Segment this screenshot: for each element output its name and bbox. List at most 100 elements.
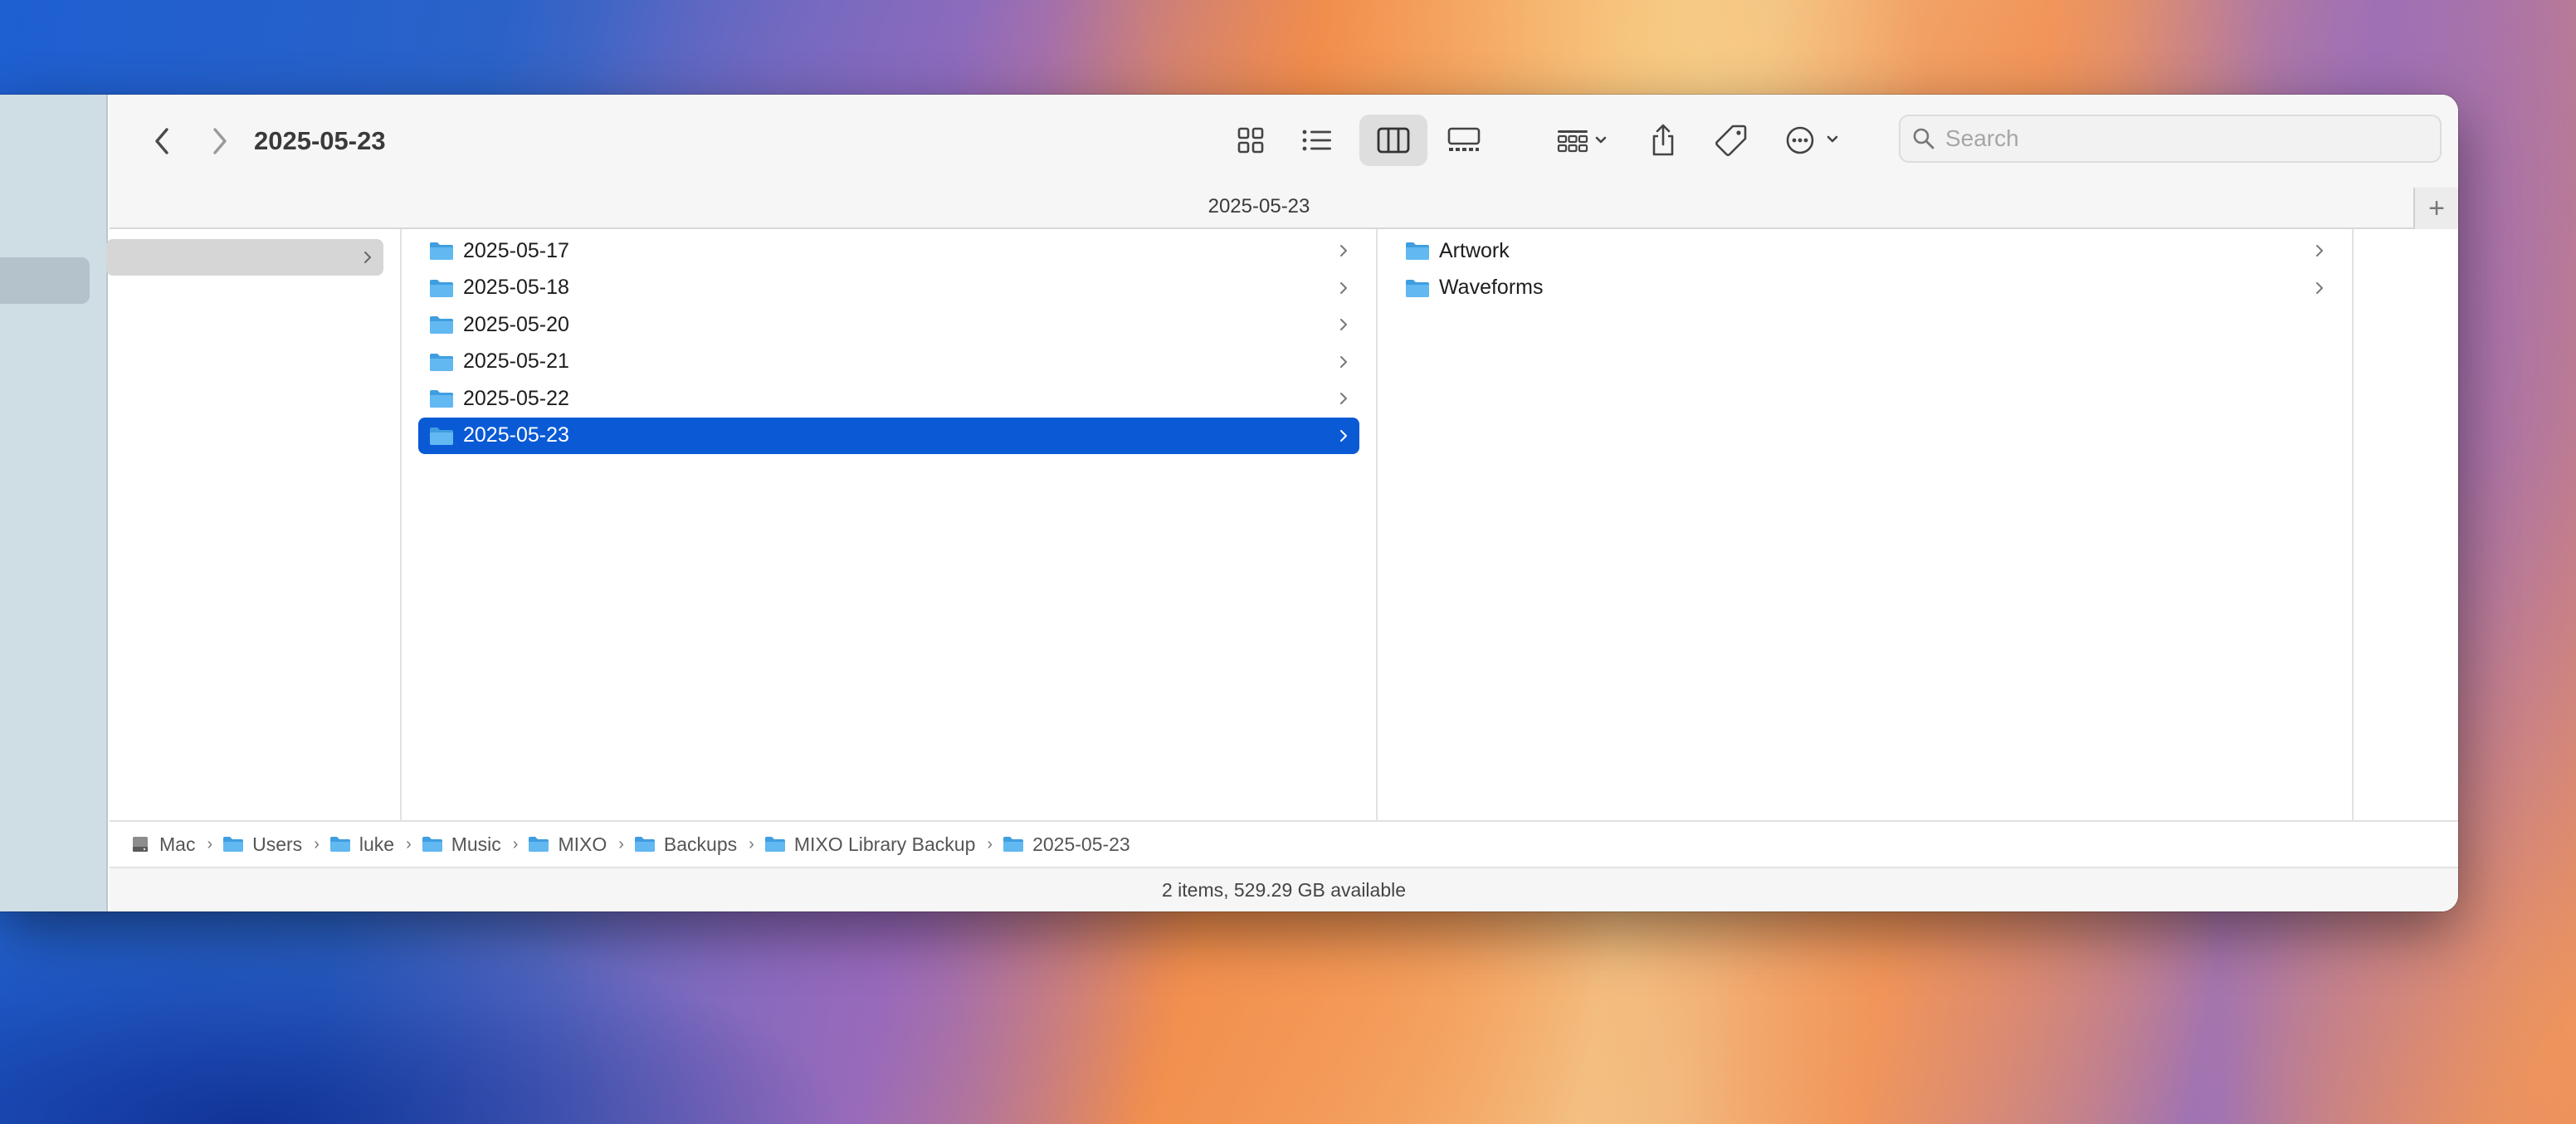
folder-icon — [1406, 242, 1429, 260]
column-contents: Artwork Waveforms — [1378, 229, 2354, 820]
folder-icon — [634, 837, 655, 852]
list-view-button[interactable] — [1288, 115, 1346, 166]
back-button[interactable] — [141, 120, 183, 163]
folder-label: 2025-05-21 — [463, 349, 569, 373]
folder-label: Artwork — [1439, 238, 1510, 262]
path-separator: › — [512, 834, 519, 853]
folder-row-artwork[interactable]: Artwork — [1394, 232, 2335, 269]
chevron-right-icon — [1340, 281, 1347, 294]
search-field[interactable] — [1899, 115, 2442, 163]
folder-icon — [430, 279, 453, 297]
path-separator: › — [314, 834, 320, 853]
folder-row-2025-05-22[interactable]: 2025-05-22 — [418, 380, 1359, 417]
chevron-right-icon — [1340, 355, 1347, 368]
forward-button[interactable] — [199, 120, 241, 163]
grid-icon — [1237, 127, 1264, 154]
finder-window: 2025-05-23 Search 2025-05-23 + 2025-05-1… — [0, 95, 2458, 911]
path-crumb-label: 2025-05-23 — [1032, 833, 1130, 855]
column-ancestor — [106, 229, 402, 820]
folder-row-waveforms[interactable]: Waveforms — [1394, 270, 2335, 306]
folder-row-2025-05-21[interactable]: 2025-05-21 — [418, 344, 1359, 380]
ancestor-selected-row[interactable] — [106, 239, 383, 276]
folder-label: 2025-05-22 — [463, 386, 569, 410]
wallpaper-shade — [0, 913, 1079, 1124]
folder-label: 2025-05-17 — [463, 238, 569, 262]
column-browser: 2025-05-17 2025-05-18 2025-05-20 2025-05… — [106, 229, 2458, 820]
folder-label: Waveforms — [1439, 276, 1544, 299]
folder-row-2025-05-17[interactable]: 2025-05-17 — [418, 232, 1359, 269]
chevron-right-icon — [2316, 245, 2323, 257]
chevron-right-icon — [364, 252, 371, 263]
icon-view-button[interactable] — [1222, 115, 1280, 166]
folder-row-2025-05-23[interactable]: 2025-05-23 — [418, 417, 1359, 454]
path-crumb-users[interactable]: Users › — [222, 833, 329, 856]
folder-icon — [430, 427, 453, 445]
folder-icon — [430, 242, 453, 260]
path-crumb-mixo-library-backup[interactable]: MIXO Library Backup › — [764, 833, 1003, 856]
folder-icon — [764, 837, 785, 852]
path-separator: › — [406, 834, 412, 853]
chevron-right-icon — [2316, 281, 2323, 294]
status-bar: 2 items, 529.29 GB available — [110, 867, 2458, 911]
path-crumb-mixo[interactable]: MIXO › — [528, 833, 633, 856]
folder-icon — [329, 837, 350, 852]
folder-icon — [430, 353, 453, 371]
share-button[interactable] — [1638, 115, 1688, 166]
folder-label: 2025-05-20 — [463, 312, 569, 336]
tag-icon — [1715, 125, 1747, 156]
path-separator: › — [618, 834, 624, 853]
ellipsis-circle-icon — [1786, 126, 1838, 154]
folder-label: 2025-05-18 — [463, 276, 569, 299]
gallery-view-button[interactable] — [1432, 115, 1495, 166]
path-crumb-music[interactable]: Music › — [422, 833, 529, 856]
folder-row-2025-05-20[interactable]: 2025-05-20 — [418, 306, 1359, 343]
chevron-right-icon — [1340, 245, 1347, 257]
chevron-left-icon — [155, 128, 168, 154]
path-crumb-luke[interactable]: luke › — [329, 833, 422, 856]
path-crumb-label: Music — [451, 833, 501, 855]
path-separator: › — [207, 834, 213, 853]
folder-icon — [430, 390, 453, 408]
folder-icon — [223, 837, 244, 852]
group-icon — [1557, 130, 1607, 153]
new-tab-button[interactable]: + — [2413, 188, 2458, 229]
path-crumb-label: Users — [252, 833, 303, 855]
window-title: 2025-05-23 — [254, 126, 386, 155]
chevron-right-icon — [1340, 319, 1347, 330]
finder-main: 2025-05-23 Search 2025-05-23 + 2025-05-1… — [106, 95, 2458, 911]
path-separator: › — [749, 834, 754, 853]
path-crumb-label: luke — [359, 833, 395, 855]
path-crumb-label: Mac — [159, 833, 196, 855]
path-crumb-backups[interactable]: Backups › — [634, 833, 764, 856]
gallery-icon — [1447, 127, 1481, 151]
chevron-right-icon — [1340, 429, 1347, 442]
more-actions-button[interactable] — [1778, 115, 1852, 166]
folder-row-2025-05-18[interactable]: 2025-05-18 — [418, 270, 1359, 306]
sidebar — [0, 95, 108, 911]
folder-icon — [430, 316, 453, 334]
path-separator: › — [987, 834, 993, 853]
tag-button[interactable] — [1705, 115, 1758, 166]
path-bar: Mac › Users › luke › Music › MIXO › Backups › MIXO L… — [110, 820, 2458, 867]
path-crumb-mac[interactable]: Mac › — [129, 833, 222, 856]
group-button[interactable] — [1542, 115, 1622, 166]
path-crumb-label: Backups — [663, 833, 738, 855]
path-crumb-label: MIXO Library Backup — [793, 833, 976, 855]
path-crumb-label: MIXO — [558, 833, 607, 855]
folder-icon — [529, 837, 549, 852]
folder-icon — [1406, 279, 1429, 297]
chevron-right-icon — [1340, 393, 1347, 404]
column-empty — [2354, 229, 2458, 820]
column-view-button[interactable] — [1359, 115, 1427, 166]
sidebar-selected-item[interactable] — [0, 257, 90, 304]
chevron-right-icon — [213, 128, 227, 154]
search-input[interactable] — [1945, 125, 2410, 152]
hard-drive-icon — [133, 837, 148, 852]
column-backup-dates: 2025-05-17 2025-05-18 2025-05-20 2025-05… — [402, 229, 1378, 820]
path-crumb-2025-05-23[interactable]: 2025-05-23 — [1003, 833, 1130, 856]
tab-current[interactable]: 2025-05-23 — [110, 188, 2408, 229]
folder-label: 2025-05-23 — [463, 423, 569, 447]
folder-icon — [1003, 837, 1024, 852]
search-icon — [1913, 128, 1934, 149]
columns-icon — [1377, 127, 1410, 154]
